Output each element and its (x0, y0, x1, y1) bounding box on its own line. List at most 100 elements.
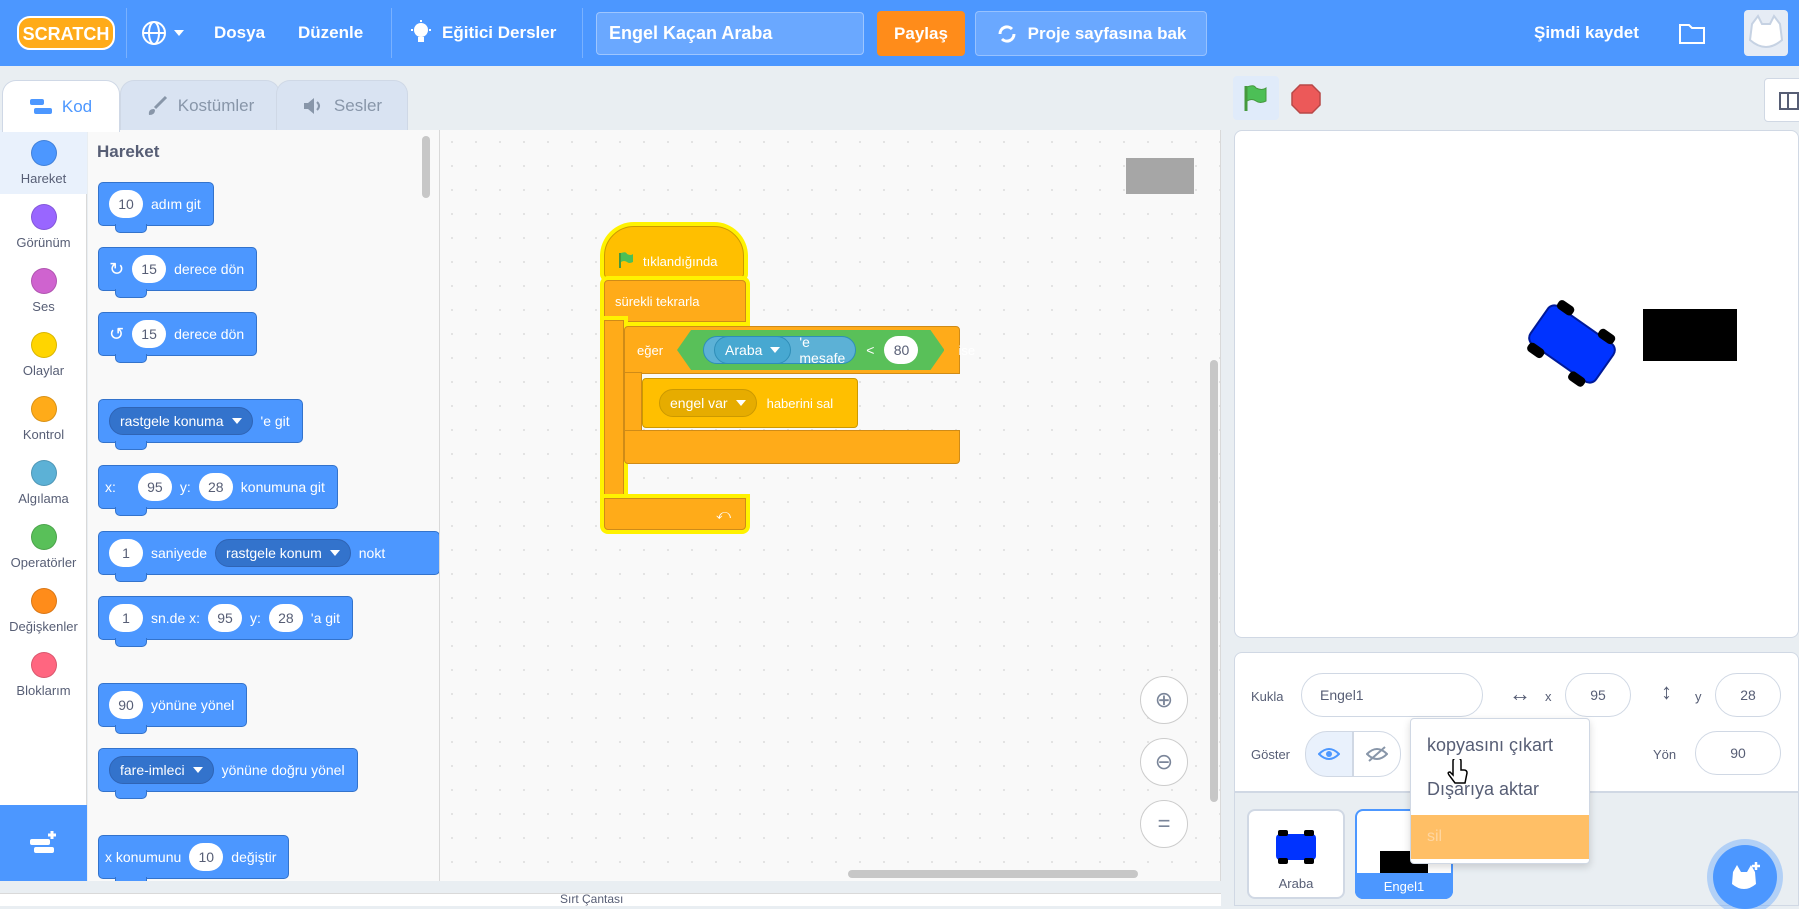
block-palette: Hareket 10 adım git ↻ 15 derece dön ↺ 15… (88, 130, 440, 881)
block-label: ise (958, 342, 976, 358)
block-turn-right[interactable]: ↻ 15 derece dön (98, 247, 258, 298)
broadcast-message-dropdown[interactable]: engel var (659, 389, 757, 417)
direction-input[interactable]: 90 (1695, 731, 1781, 775)
language-menu[interactable] (140, 0, 184, 66)
caret-down-icon (735, 400, 746, 406)
workspace-horizontal-scrollbar[interactable] (848, 870, 1138, 878)
degrees-input[interactable]: 15 (132, 255, 167, 283)
obstacle-sprite[interactable] (1643, 309, 1737, 361)
block-move-steps[interactable]: 10 adım git (98, 182, 214, 233)
sprite-thumbnail-car[interactable]: Araba (1247, 809, 1345, 899)
sprite-name-input[interactable]: Engel1 (1301, 673, 1483, 717)
save-now-link[interactable]: Şimdi kaydet (1534, 0, 1639, 66)
category-looks[interactable]: Görünüm (0, 194, 87, 258)
block-glide-to-xy[interactable]: 1 sn.de x: 95 y: 28 'a git (98, 596, 354, 647)
share-button[interactable]: Paylaş (877, 11, 965, 56)
palette-scrollbar[interactable] (422, 136, 430, 198)
glide-target-dropdown[interactable]: rastgele konum (215, 539, 351, 567)
dropdown-value: fare-imleci (120, 762, 185, 778)
block-change-x[interactable]: x konumunu 10 değiştir (98, 835, 290, 881)
y-input[interactable]: 28 (268, 604, 303, 632)
block-turn-left[interactable]: ↺ 15 derece dön (98, 312, 258, 363)
x-position-input[interactable]: 95 (1565, 673, 1631, 717)
x-input[interactable]: 95 (208, 604, 243, 632)
forever-block-footer: ⤺ (604, 498, 746, 530)
context-duplicate[interactable]: kopyasını çıkart (1427, 735, 1553, 756)
backpack-bar[interactable]: Sırt Çantası (0, 892, 1221, 906)
block-go-to-xy[interactable]: x: 95 y: 28 konumuna git (98, 465, 338, 516)
zoom-out-button[interactable]: ⊖ (1140, 738, 1188, 786)
zoom-reset-icon: = (1157, 811, 1171, 836)
green-flag-icon (1244, 85, 1267, 111)
file-menu[interactable]: Dosya (214, 0, 265, 66)
degrees-input[interactable]: 15 (132, 320, 167, 348)
stage-canvas[interactable] (1234, 130, 1799, 638)
workspace-vertical-scrollbar[interactable] (1210, 360, 1218, 802)
caret-down-icon (329, 550, 340, 556)
dropdown-value: engel var (670, 395, 728, 411)
category-control[interactable]: Kontrol (0, 386, 87, 450)
block-label: 'e mesafe (799, 334, 846, 366)
block-label: saniyede (151, 545, 208, 561)
steps-input[interactable]: 10 (109, 190, 143, 218)
stage-layout-toggle[interactable] (1764, 78, 1799, 122)
category-variables[interactable]: Değişkenler (0, 578, 87, 642)
block-point-towards[interactable]: fare-imleci yönüne doğru yönel (98, 748, 358, 799)
edit-menu[interactable]: Düzenle (298, 0, 363, 66)
green-flag-button[interactable] (1233, 76, 1279, 120)
category-sensing[interactable]: Algılama (0, 450, 87, 514)
context-delete[interactable]: sil (1411, 815, 1589, 859)
block-go-to[interactable]: rastgele konuma 'e git (98, 399, 303, 450)
tutorials-menu[interactable]: Eğitici Dersler (410, 0, 556, 66)
less-than-operator[interactable]: Araba 'e mesafe < 80 (677, 330, 944, 370)
threshold-input[interactable]: 80 (884, 336, 918, 364)
y-position-input[interactable]: 28 (1715, 673, 1781, 717)
distance-target-dropdown[interactable]: Araba (714, 336, 791, 364)
category-motion[interactable]: Hareket (0, 130, 87, 194)
distance-to-reporter[interactable]: Araba 'e mesafe (703, 336, 856, 364)
change-x-input[interactable]: 10 (189, 843, 224, 871)
zoom-reset-button[interactable]: = (1140, 800, 1188, 848)
if-block[interactable]: eğer Araba 'e mesafe < 80 ise (624, 326, 975, 374)
category-events[interactable]: Olaylar (0, 322, 87, 386)
code-workspace[interactable]: tıklandığında sürekli tekrarla ⤺ eğer Ar… (440, 130, 1221, 881)
my-stuff-button[interactable] (1678, 0, 1706, 66)
tab-sounds-label: Sesler (333, 95, 383, 115)
y-input[interactable]: 28 (198, 473, 233, 501)
seconds-input[interactable]: 1 (109, 604, 143, 632)
add-extension-button[interactable] (0, 805, 87, 881)
goto-target-dropdown[interactable]: rastgele konuma (109, 407, 253, 435)
show-hidden-button[interactable] (1353, 731, 1401, 777)
stop-sign-icon (1291, 84, 1321, 114)
category-motion-dot (30, 140, 57, 166)
if-block-arm (624, 372, 642, 432)
tab-code[interactable]: Kod (2, 80, 120, 132)
show-visible-button[interactable] (1305, 731, 1353, 777)
scratch-logo[interactable]: SCRATCH (16, 14, 116, 52)
eye-icon (1318, 748, 1340, 760)
see-project-page-button[interactable]: Proje sayfasına bak (975, 11, 1207, 56)
when-flag-clicked-block[interactable]: tıklandığında (604, 226, 744, 278)
tab-sounds[interactable]: Sesler (276, 80, 408, 130)
user-avatar[interactable] (1744, 10, 1788, 56)
category-operators[interactable]: Operatörler (0, 514, 87, 578)
direction-input[interactable]: 90 (109, 691, 143, 719)
project-title-input[interactable]: Engel Kaçan Araba (596, 12, 864, 55)
block-glide-to[interactable]: 1 saniyede rastgele konum nokt (98, 531, 439, 582)
zoom-in-button[interactable]: ⊕ (1140, 676, 1188, 724)
car-sprite-icon[interactable] (1517, 299, 1627, 389)
broadcast-block[interactable]: engel var haberini sal (642, 378, 858, 428)
y-label: y (1695, 689, 1702, 704)
tab-costumes[interactable]: Kostümler (120, 80, 280, 130)
block-point-in-direction[interactable]: 90 yönüne yönel (98, 683, 248, 734)
context-export[interactable]: Dışarıya aktar (1427, 779, 1539, 800)
forever-block[interactable]: sürekli tekrarla (604, 280, 746, 322)
x-input[interactable]: 95 (137, 473, 172, 501)
point-towards-dropdown[interactable]: fare-imleci (109, 756, 214, 784)
seconds-input[interactable]: 1 (109, 539, 143, 567)
add-sprite-button[interactable] (1713, 845, 1777, 909)
category-sound[interactable]: Ses (0, 258, 87, 322)
stop-button[interactable] (1291, 84, 1321, 114)
caret-down-icon (192, 767, 203, 773)
category-my-blocks[interactable]: Bloklarım (0, 642, 87, 706)
